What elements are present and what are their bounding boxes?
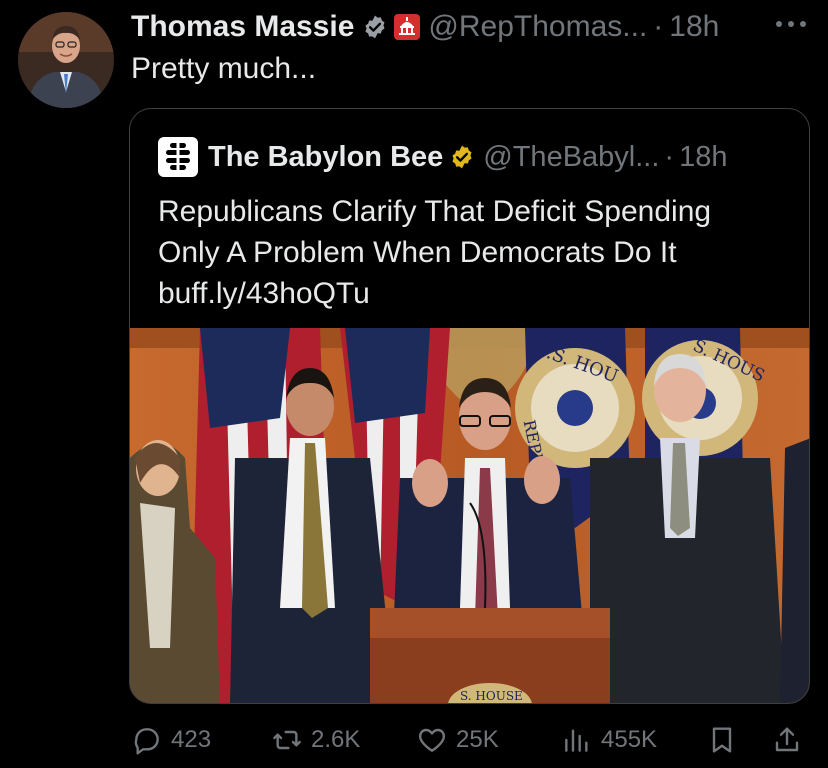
quoted-link[interactable]: buff.ly/43hoQTu — [158, 273, 788, 314]
bookmark-button[interactable] — [706, 718, 746, 762]
verified-badge-icon — [365, 15, 385, 39]
share-icon — [775, 727, 799, 752]
verified-badge-icon — [452, 145, 472, 169]
quoted-author-handle[interactable]: @TheBabyl... — [483, 141, 659, 174]
repost-button[interactable]: 2.6K — [271, 718, 360, 762]
podium-seal-text: S. HOUSE — [460, 689, 523, 703]
time-separator: · — [653, 10, 664, 43]
like-button[interactable]: 25K — [416, 718, 499, 762]
quoted-text: Republicans Clarify That Deficit Spendin… — [158, 191, 788, 314]
tweet-header: Thomas Massie @RepThomas... · 18h — [131, 8, 719, 46]
more-icon[interactable] — [776, 14, 806, 34]
bookmark-icon — [712, 727, 732, 753]
repost-icon — [273, 730, 301, 750]
avatar-image — [18, 12, 114, 108]
action-bar: 423 2.6K 25K 455K — [131, 718, 811, 762]
author-name[interactable]: Thomas Massie — [131, 10, 354, 44]
press-conference-image: U.S. HOU REPRESE S. HOUS — [130, 328, 809, 703]
quoted-header: The Babylon Bee @TheBabyl... · 18h — [158, 137, 727, 177]
reply-count: 423 — [171, 726, 212, 753]
views-icon — [565, 729, 588, 752]
quoted-tweet[interactable]: The Babylon Bee @TheBabyl... · 18h Repub… — [129, 108, 810, 704]
quoted-headline-line-2: Only A Problem When Democrats Do It — [158, 236, 677, 269]
quoted-time[interactable]: 18h — [679, 141, 727, 174]
repost-count: 2.6K — [311, 726, 361, 753]
views-count: 455K — [601, 726, 658, 753]
like-count: 25K — [456, 726, 499, 753]
reply-icon — [134, 728, 159, 755]
tweet-time[interactable]: 18h — [669, 10, 719, 44]
share-button[interactable] — [771, 718, 811, 762]
quoted-photo[interactable]: U.S. HOU REPRESE S. HOUS — [130, 328, 809, 703]
quoted-time-separator: · — [664, 140, 675, 173]
bee-logo-icon[interactable] — [158, 137, 198, 177]
like-icon — [418, 728, 446, 752]
author-avatar[interactable] — [18, 12, 114, 108]
quoted-author-name[interactable]: The Babylon Bee — [208, 141, 443, 174]
views-button[interactable]: 455K — [561, 718, 657, 762]
tweet-text: Pretty much... — [131, 52, 317, 85]
reply-button[interactable]: 423 — [131, 718, 211, 762]
author-handle[interactable]: @RepThomas... — [428, 10, 647, 44]
quoted-headline-line-1: Republicans Clarify That Deficit Spendin… — [158, 195, 712, 228]
government-badge-icon — [394, 14, 421, 40]
